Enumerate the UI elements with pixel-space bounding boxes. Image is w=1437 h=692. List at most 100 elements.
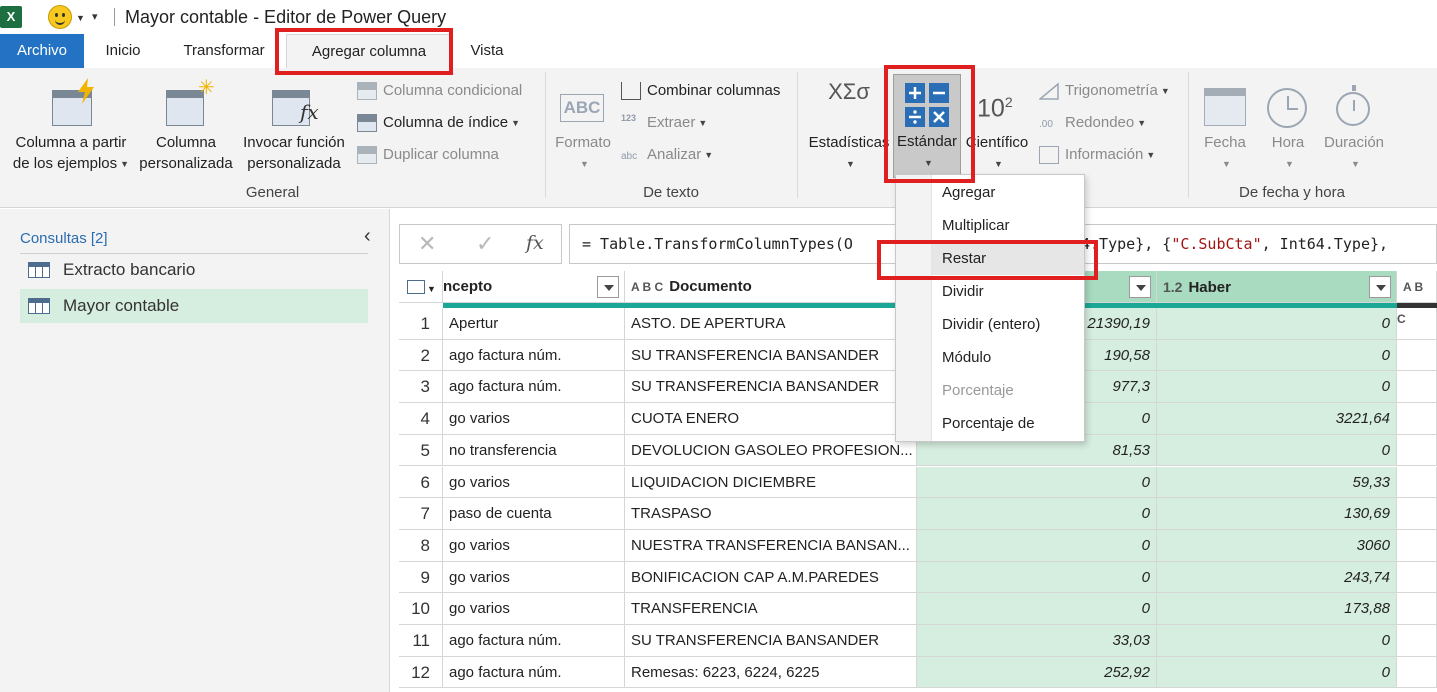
cell-next[interactable] [1397,656,1437,689]
invoke-custom-function-button[interactable]: fx Invocar función personalizada [238,76,350,182]
column-filter-button[interactable] [597,276,619,298]
cancel-formula-icon[interactable]: ✕ [418,231,436,257]
row-number[interactable]: 11 [399,625,443,657]
cell-concepto[interactable]: go varios [443,403,625,435]
cell-concepto[interactable]: ago factura núm. [443,656,625,689]
row-number[interactable]: 6 [399,466,443,499]
cell-next[interactable] [1397,466,1437,499]
row-number[interactable]: 1 [399,308,443,340]
column-filter-button[interactable] [1129,276,1151,298]
cell-concepto[interactable]: go varios [443,593,625,625]
cell-documento[interactable]: TRANSFERENCIA [625,593,917,625]
table-row[interactable]: 10 go varios TRANSFERENCIA 0 173,88 [399,593,1437,625]
time-button[interactable]: Hora ▼ [1260,76,1316,182]
row-number[interactable]: 2 [399,339,443,372]
cell-next[interactable] [1397,561,1437,594]
cell-documento[interactable]: BONIFICACION CAP A.M.PAREDES [625,561,917,594]
cell-next[interactable] [1397,498,1437,530]
cell-documento[interactable]: Remesas: 6223, 6224, 6225 [625,656,917,689]
column-header-next[interactable]: A B C [1397,271,1437,326]
table-row[interactable]: 12 ago factura núm. Remesas: 6223, 6224, 6… [399,656,1437,689]
information-button[interactable]: Información ▼ [1039,144,1155,166]
quick-access-customize-icon[interactable]: ▾ [92,10,98,23]
tab-agregar-columna[interactable]: Agregar columna [286,34,452,68]
cell-haber[interactable]: 3060 [1157,529,1397,562]
cell-debe[interactable]: 0 [917,466,1157,499]
cell-haber[interactable]: 0 [1157,656,1397,689]
cell-concepto[interactable]: no transferencia [443,434,625,467]
row-number[interactable]: 9 [399,561,443,594]
cell-debe[interactable]: 33,03 [917,625,1157,657]
cell-next[interactable] [1397,308,1437,340]
parse-button[interactable]: abc Analizar ▼ [621,144,713,166]
smiley-dropdown-icon[interactable]: ▼ [76,13,85,23]
cell-haber[interactable]: 3221,64 [1157,403,1397,435]
cell-documento[interactable]: SU TRANSFERENCIA BANSANDER [625,371,917,404]
cell-documento[interactable]: LIQUIDACION DICIEMBRE [625,466,917,499]
column-filter-button[interactable] [1369,276,1391,298]
cell-next[interactable] [1397,403,1437,435]
duration-button[interactable]: Duración ▼ [1318,76,1390,182]
cell-next[interactable] [1397,625,1437,657]
cell-next[interactable] [1397,593,1437,625]
cell-documento[interactable]: NUESTRA TRANSFERENCIA BANSAN... [625,529,917,562]
cell-next[interactable] [1397,339,1437,372]
decimal-type-icon[interactable]: 1.2 [1163,279,1182,295]
menu-item-dividir-entero[interactable]: Dividir (entero) [932,308,1084,341]
table-menu-button[interactable]: ▼ [399,271,443,303]
standard-button[interactable]: Estándar ▼ [893,74,961,178]
conditional-column-button[interactable]: Columna condicional [357,80,522,102]
fx-icon[interactable]: fx [526,232,544,254]
cell-haber[interactable]: 130,69 [1157,498,1397,530]
extract-button[interactable]: 123 Extraer ▼ [621,112,707,134]
cell-documento[interactable]: ASTO. DE APERTURA [625,308,917,340]
column-header-haber[interactable]: 1.2 Haber [1157,271,1397,303]
cell-concepto[interactable]: go varios [443,561,625,594]
duplicate-column-button[interactable]: Duplicar columna [357,144,499,166]
cell-concepto[interactable]: ago factura núm. [443,625,625,657]
tab-inicio[interactable]: Inicio [90,34,156,68]
table-row[interactable]: 6 go varios LIQUIDACION DICIEMBRE 0 59,33 [399,466,1437,499]
text-type-icon[interactable]: A B C [631,280,663,294]
cell-documento[interactable]: TRASPASO [625,498,917,530]
trigonometry-button[interactable]: Trigonometría ▼ [1039,80,1170,102]
cell-next[interactable] [1397,371,1437,404]
cell-haber[interactable]: 173,88 [1157,593,1397,625]
column-from-examples-button[interactable]: Columna a partir de los ejemplos ▼ [6,76,136,182]
rounding-button[interactable]: .00 Redondeo ▼ [1039,112,1146,134]
query-item-extracto-bancario[interactable]: Extracto bancario [20,253,368,287]
query-item-mayor-contable[interactable]: Mayor contable [20,289,368,323]
table-row[interactable]: 8 go varios NUESTRA TRANSFERENCIA BANSAN..… [399,529,1437,562]
cell-next[interactable] [1397,529,1437,562]
menu-item-porcentaje-de[interactable]: Porcentaje de [932,407,1084,440]
statistics-button[interactable]: XΣσ Estadísticas ▼ [808,76,890,182]
cell-haber[interactable]: 0 [1157,308,1397,340]
cell-concepto[interactable]: go varios [443,529,625,562]
row-number[interactable]: 7 [399,498,443,530]
row-number[interactable]: 10 [399,593,443,625]
index-column-button[interactable]: Columna de índice ▼ [357,112,520,134]
column-header-concepto[interactable]: ncepto [443,271,625,303]
cell-documento[interactable]: CUOTA ENERO [625,403,917,435]
menu-item-dividir[interactable]: Dividir [932,275,1084,308]
cell-haber[interactable]: 59,33 [1157,466,1397,499]
cell-debe[interactable]: 252,92 [917,656,1157,689]
collapse-chevron-left-icon[interactable]: ‹ [364,225,371,248]
cell-concepto[interactable]: ago factura núm. [443,371,625,404]
confirm-formula-icon[interactable]: ✓ [476,231,494,257]
cell-debe[interactable]: 0 [917,498,1157,530]
row-number[interactable]: 4 [399,403,443,435]
queries-header[interactable]: Consultas [2] [20,230,108,247]
feedback-smiley-icon[interactable] [48,5,72,29]
row-number[interactable]: 3 [399,371,443,404]
cell-documento[interactable]: SU TRANSFERENCIA BANSANDER [625,625,917,657]
row-number[interactable]: 8 [399,529,443,562]
format-button[interactable]: ABC Formato ▼ [550,76,616,182]
menu-item-restar[interactable]: Restar [932,242,1084,275]
cell-concepto[interactable]: ago factura núm. [443,339,625,372]
cell-concepto[interactable]: paso de cuenta [443,498,625,530]
cell-debe[interactable]: 0 [917,561,1157,594]
cell-documento[interactable]: DEVOLUCION GASOLEO PROFESION... [625,434,917,467]
table-row[interactable]: 11 ago factura núm. SU TRANSFERENCIA BANSA… [399,625,1437,657]
cell-next[interactable] [1397,434,1437,467]
